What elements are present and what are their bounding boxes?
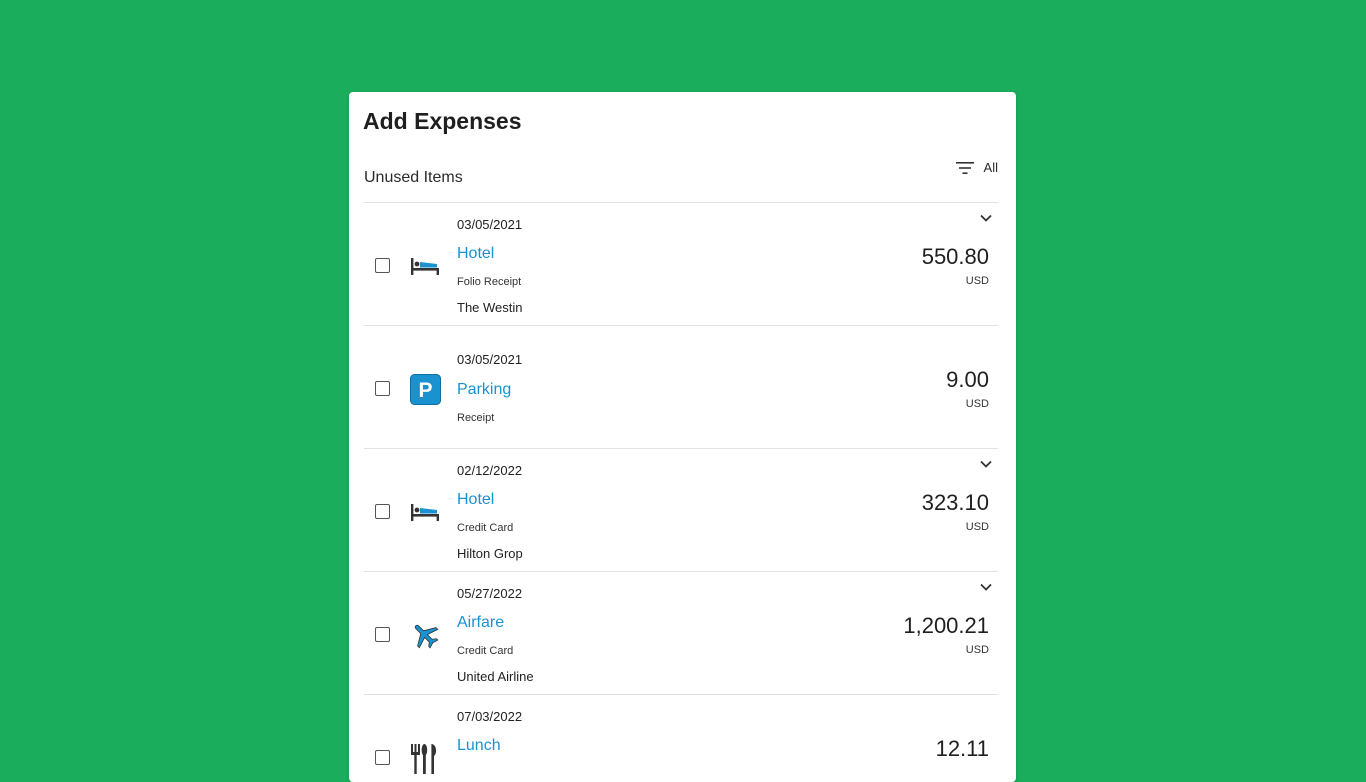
section-label-unused-items: Unused Items bbox=[364, 169, 463, 186]
airplane-icon bbox=[409, 619, 441, 651]
chevron-down-icon[interactable] bbox=[978, 579, 994, 595]
expense-amount: 12.11 bbox=[935, 736, 989, 761]
expense-source: Folio Receipt bbox=[457, 276, 522, 288]
expense-row-hotel-hilton[interactable]: 02/12/2022 Hotel Credit Card Hilton Grop… bbox=[364, 449, 998, 572]
expense-currency: USD bbox=[965, 521, 989, 533]
expense-date: 03/05/2021 bbox=[457, 352, 523, 367]
page-title: Add Expenses bbox=[363, 108, 522, 134]
expense-source: Credit Card bbox=[457, 522, 514, 534]
expense-row-parking[interactable]: P 03/05/2021 Parking Receipt 9.00 USD bbox=[364, 326, 998, 449]
expense-category-link[interactable]: Parking bbox=[457, 381, 511, 399]
chevron-down-icon[interactable] bbox=[978, 210, 994, 226]
row-checkbox[interactable] bbox=[375, 504, 390, 519]
filter-icon bbox=[955, 161, 974, 175]
expense-amount: 323.10 bbox=[921, 490, 989, 515]
expense-row-hotel-westin[interactable]: 03/05/2021 Hotel Folio Receipt The Westi… bbox=[364, 203, 998, 326]
expense-list: 03/05/2021 Hotel Folio Receipt The Westi… bbox=[364, 202, 998, 782]
row-checkbox[interactable] bbox=[375, 750, 390, 765]
expense-category-link[interactable]: Lunch bbox=[457, 737, 501, 755]
expense-source: Receipt bbox=[457, 412, 495, 424]
expense-category-link[interactable]: Airfare bbox=[457, 614, 504, 632]
expense-date: 05/27/2022 bbox=[457, 586, 523, 601]
expense-currency: USD bbox=[965, 275, 989, 287]
chevron-down-icon[interactable] bbox=[978, 456, 994, 472]
expense-date: 02/12/2022 bbox=[457, 463, 523, 478]
expense-category-link[interactable]: Hotel bbox=[457, 245, 494, 263]
expense-vendor: The Westin bbox=[457, 300, 523, 315]
parking-icon: P bbox=[409, 373, 441, 405]
row-checkbox[interactable] bbox=[375, 258, 390, 273]
row-checkbox[interactable] bbox=[375, 627, 390, 642]
expense-source: Credit Card bbox=[457, 645, 514, 657]
expense-currency: USD bbox=[965, 398, 989, 410]
filter-button[interactable]: All bbox=[955, 160, 998, 175]
expense-date: 07/03/2022 bbox=[457, 709, 523, 724]
bed-icon bbox=[409, 496, 441, 528]
expense-row-lunch[interactable]: 07/03/2022 Lunch 12.11 bbox=[364, 695, 998, 782]
add-expenses-panel: Add Expenses Unused Items All 03/05/2021… bbox=[349, 92, 1016, 782]
expense-vendor: United Airline bbox=[457, 669, 534, 684]
row-checkbox[interactable] bbox=[375, 381, 390, 396]
fork-knife-icon bbox=[409, 742, 441, 774]
expense-date: 03/05/2021 bbox=[457, 217, 523, 232]
svg-text:P: P bbox=[418, 379, 432, 402]
expense-amount: 1,200.21 bbox=[903, 613, 989, 638]
bed-icon bbox=[409, 250, 441, 282]
expense-vendor: Hilton Grop bbox=[457, 546, 523, 561]
expense-currency: USD bbox=[965, 644, 989, 656]
expense-amount: 9.00 bbox=[946, 367, 989, 392]
filter-label: All bbox=[983, 160, 998, 175]
expense-category-link[interactable]: Hotel bbox=[457, 491, 494, 509]
expense-amount: 550.80 bbox=[921, 244, 989, 269]
expense-row-airfare[interactable]: 05/27/2022 Airfare Credit Card United Ai… bbox=[364, 572, 998, 695]
